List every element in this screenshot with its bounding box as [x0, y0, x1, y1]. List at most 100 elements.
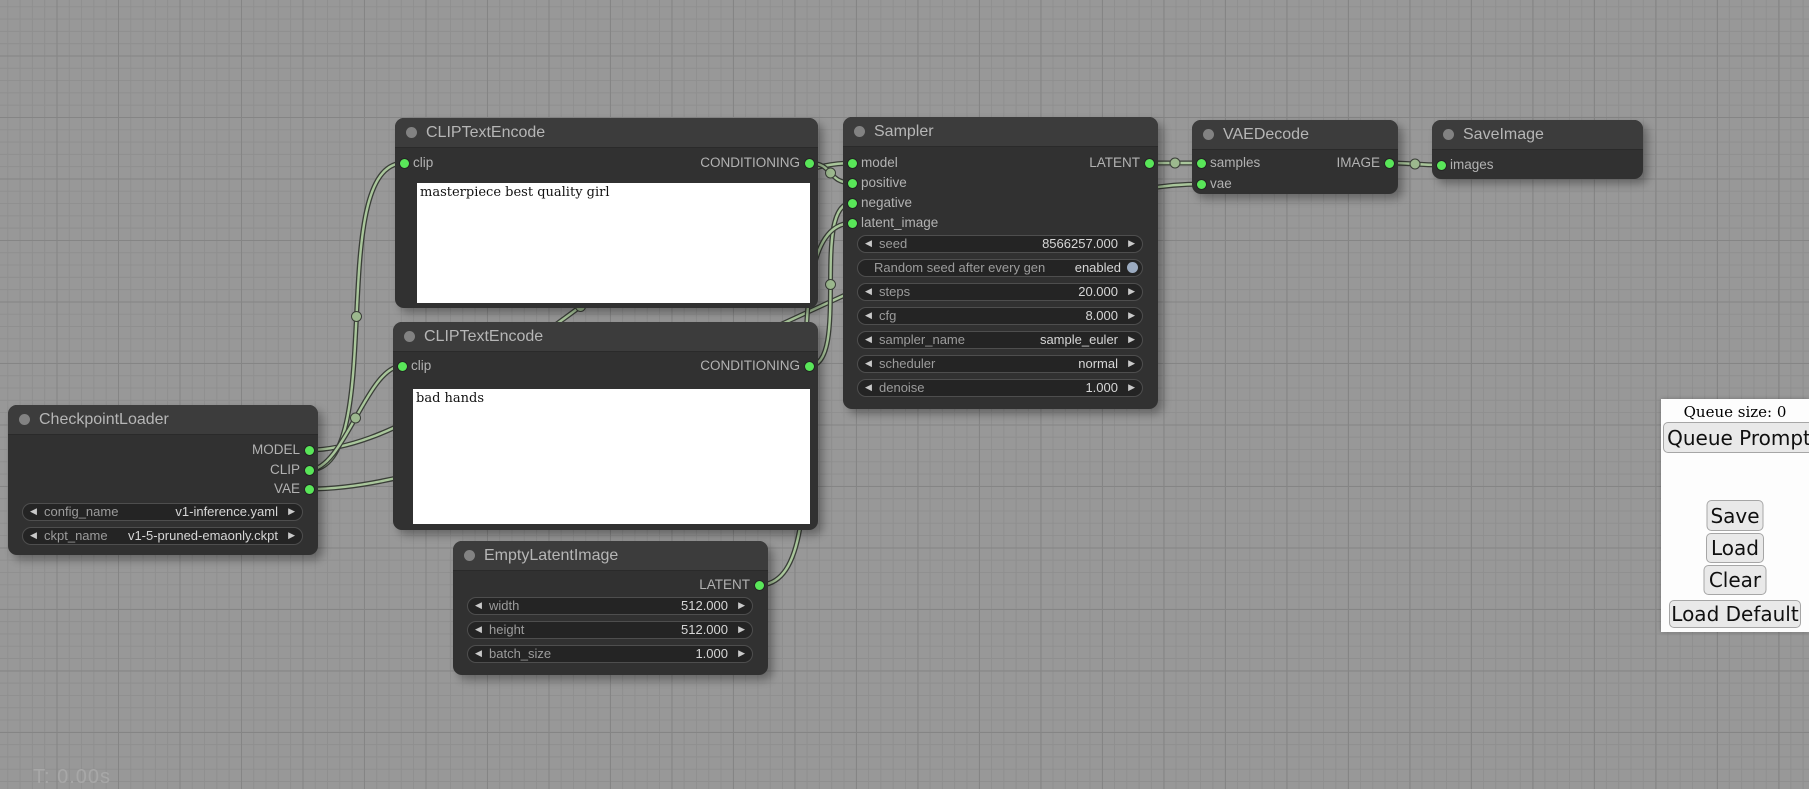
collapse-dot-icon[interactable]	[406, 127, 417, 138]
input-slot-dot[interactable]	[400, 159, 409, 168]
input-slot-dot[interactable]	[848, 199, 857, 208]
widget-cfg[interactable]: ◀cfg8.000▶	[857, 307, 1143, 325]
node-titlebar[interactable]: CheckpointLoader	[8, 405, 318, 435]
widget-label: denoise	[879, 380, 925, 396]
clear-button[interactable]: Clear	[1704, 565, 1767, 595]
increment-arrow-icon[interactable]: ▶	[1128, 381, 1135, 395]
widget-label: ckpt_name	[44, 528, 108, 544]
widget-label: cfg	[879, 308, 896, 324]
increment-arrow-icon[interactable]: ▶	[1128, 237, 1135, 251]
node-titlebar[interactable]: SaveImage	[1432, 120, 1643, 150]
collapse-dot-icon[interactable]	[19, 414, 30, 425]
collapse-dot-icon[interactable]	[854, 126, 865, 137]
increment-arrow-icon[interactable]: ▶	[1128, 357, 1135, 371]
decrement-arrow-icon[interactable]: ◀	[865, 333, 872, 347]
node-vae-decode[interactable]: VAEDecodesamplesvaeIMAGE	[1192, 120, 1398, 194]
input-slot: positive	[843, 174, 907, 192]
input-slot-dot[interactable]	[848, 219, 857, 228]
output-slot-dot[interactable]	[1385, 159, 1394, 168]
widget-batch-size[interactable]: ◀batch_size1.000▶	[467, 645, 753, 663]
input-slot-label: images	[1450, 157, 1494, 172]
input-slot: images	[1432, 156, 1494, 174]
output-slot-dot[interactable]	[305, 466, 314, 475]
collapse-dot-icon[interactable]	[1203, 129, 1214, 140]
node-titlebar[interactable]: VAEDecode	[1192, 120, 1398, 150]
output-slot: LATENT	[699, 576, 768, 594]
output-slot-dot[interactable]	[1145, 159, 1154, 168]
output-slot-dot[interactable]	[805, 362, 814, 371]
output-slot-dot[interactable]	[755, 581, 764, 590]
input-slot-dot[interactable]	[1197, 159, 1206, 168]
decrement-arrow-icon[interactable]: ◀	[475, 623, 482, 637]
input-slot-dot[interactable]	[848, 159, 857, 168]
node-empty-latent-image[interactable]: EmptyLatentImage LATENT ◀width512.000▶ ◀hei…	[453, 541, 768, 675]
widget-width[interactable]: ◀width512.000▶	[467, 597, 753, 615]
node-sampler[interactable]: Samplermodelpositivenegativelatent_image…	[843, 117, 1158, 409]
node-titlebar[interactable]: CLIPTextEncode	[393, 322, 818, 352]
decrement-arrow-icon[interactable]: ◀	[30, 529, 37, 543]
input-slot: negative	[843, 194, 912, 212]
output-slot-dot[interactable]	[805, 159, 814, 168]
widget-label: sampler_name	[879, 332, 965, 348]
input-slot-dot[interactable]	[1437, 161, 1446, 170]
node-save-image[interactable]: SaveImage images	[1432, 120, 1643, 179]
increment-arrow-icon[interactable]: ▶	[1128, 285, 1135, 299]
node-checkpoint-loader[interactable]: CheckpointLoaderMODELCLIPVAE◀config_name…	[8, 405, 318, 555]
widget-scheduler[interactable]: ◀schedulernormal▶	[857, 355, 1143, 373]
collapse-dot-icon[interactable]	[464, 550, 475, 561]
toggle-dot-icon[interactable]	[1127, 262, 1138, 273]
save-button[interactable]: Save	[1707, 500, 1764, 531]
increment-arrow-icon[interactable]: ▶	[738, 647, 745, 661]
decrement-arrow-icon[interactable]: ◀	[865, 285, 872, 299]
input-slot: samples	[1192, 154, 1260, 172]
collapse-dot-icon[interactable]	[404, 331, 415, 342]
output-slot-dot[interactable]	[305, 485, 314, 494]
widget-label: scheduler	[879, 356, 935, 372]
decrement-arrow-icon[interactable]: ◀	[865, 357, 872, 371]
increment-arrow-icon[interactable]: ▶	[1128, 333, 1135, 347]
input-slot-label: samples	[1210, 155, 1260, 170]
execution-time-label: T: 0.00s	[33, 766, 111, 789]
load-button[interactable]: Load	[1706, 533, 1764, 563]
increment-arrow-icon[interactable]: ▶	[738, 623, 745, 637]
widget-value: 8566257.000	[1042, 236, 1118, 252]
output-slot-dot[interactable]	[305, 446, 314, 455]
queue-prompt-button[interactable]: Queue Prompt	[1663, 422, 1809, 453]
node-titlebar[interactable]: Sampler	[843, 117, 1158, 147]
decrement-arrow-icon[interactable]: ◀	[865, 237, 872, 251]
widget-value: 20.000	[1078, 284, 1118, 300]
prompt-textarea[interactable]: masterpiece best quality girl	[417, 183, 810, 303]
increment-arrow-icon[interactable]: ▶	[1128, 309, 1135, 323]
node-titlebar[interactable]: CLIPTextEncode	[395, 118, 818, 148]
widget-label: Random seed after every gen	[874, 260, 1045, 276]
increment-arrow-icon[interactable]: ▶	[738, 599, 745, 613]
load-default-button[interactable]: Load Default	[1669, 600, 1801, 628]
increment-arrow-icon[interactable]: ▶	[288, 529, 295, 543]
input-slot-dot[interactable]	[1197, 180, 1206, 189]
collapse-dot-icon[interactable]	[1443, 129, 1454, 140]
output-slot-label: CONDITIONING	[700, 358, 800, 373]
node-clip-text-encode-positive[interactable]: CLIPTextEncodeclipCONDITIONINGmasterpiec…	[395, 118, 818, 308]
node-title: CLIPTextEncode	[424, 328, 543, 346]
widget-random-seed-after-every-gen[interactable]: Random seed after every genenabled	[857, 259, 1143, 277]
widget-seed[interactable]: ◀seed8566257.000▶	[857, 235, 1143, 253]
widget-denoise[interactable]: ◀denoise1.000▶	[857, 379, 1143, 397]
widget-config-name[interactable]: ◀config_namev1-inference.yaml▶	[22, 503, 303, 521]
decrement-arrow-icon[interactable]: ◀	[30, 505, 37, 519]
decrement-arrow-icon[interactable]: ◀	[865, 309, 872, 323]
node-clip-text-encode-negative[interactable]: CLIPTextEncodeclipCONDITIONINGbad hands	[393, 322, 818, 530]
decrement-arrow-icon[interactable]: ◀	[475, 599, 482, 613]
widget-label: batch_size	[489, 646, 551, 662]
node-titlebar[interactable]: EmptyLatentImage	[453, 541, 768, 571]
widget-sampler-name[interactable]: ◀sampler_namesample_euler▶	[857, 331, 1143, 349]
input-slot-dot[interactable]	[398, 362, 407, 371]
prompt-textarea[interactable]: bad hands	[413, 389, 810, 524]
increment-arrow-icon[interactable]: ▶	[288, 505, 295, 519]
widget-ckpt-name[interactable]: ◀ckpt_namev1-5-pruned-emaonly.ckpt▶	[22, 527, 303, 545]
widget-steps[interactable]: ◀steps20.000▶	[857, 283, 1143, 301]
widget-height[interactable]: ◀height512.000▶	[467, 621, 753, 639]
input-slot-dot[interactable]	[848, 179, 857, 188]
decrement-arrow-icon[interactable]: ◀	[475, 647, 482, 661]
decrement-arrow-icon[interactable]: ◀	[865, 381, 872, 395]
output-slot: MODEL	[252, 441, 318, 459]
